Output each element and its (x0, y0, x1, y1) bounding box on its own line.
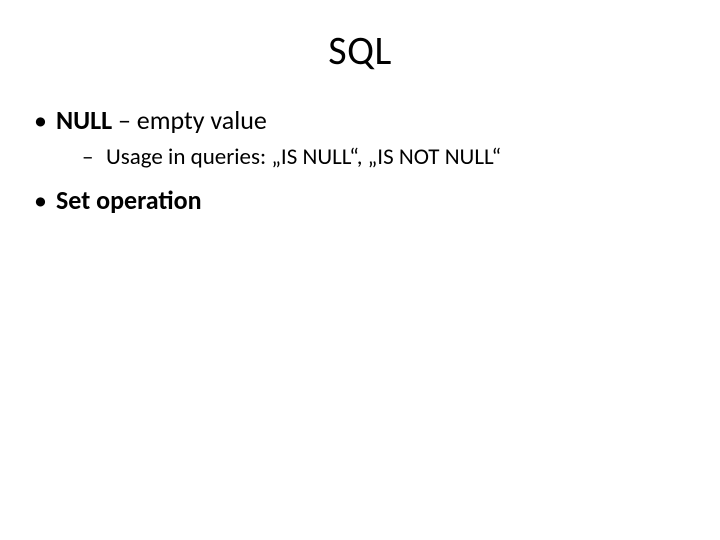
slide-title: SQL (0, 0, 720, 75)
bullet-bold-text: Set operation (56, 184, 202, 216)
slide: SQL NULL – empty value Usage in queries:… (0, 0, 720, 540)
bullet-item-null: NULL – empty value Usage in queries: „IS… (30, 103, 690, 173)
slide-body: NULL – empty value Usage in queries: „IS… (0, 75, 720, 218)
bullet-list-level2: Usage in queries: „IS NULL“, „IS NOT NUL… (56, 142, 690, 173)
bullet-rest-text: – empty value (112, 104, 267, 136)
bullet-list-level1: NULL – empty value Usage in queries: „IS… (30, 103, 690, 218)
bullet-bold-text: NULL (56, 104, 112, 136)
sub-bullet-usage: Usage in queries: „IS NULL“, „IS NOT NUL… (82, 142, 690, 173)
bullet-item-set-operation: Set operation (30, 183, 690, 218)
